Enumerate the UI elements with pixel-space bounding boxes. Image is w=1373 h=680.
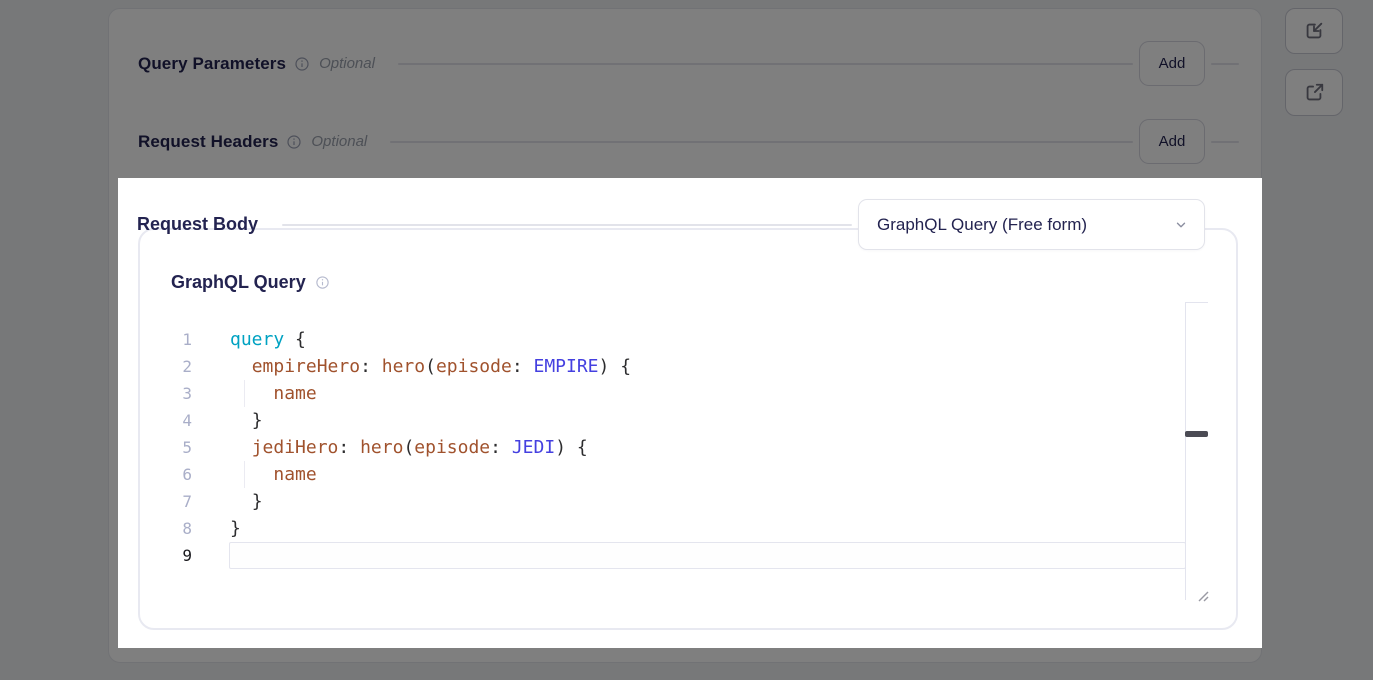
line-number: 3 [140,380,192,407]
line-number: 5 [140,434,192,461]
code-line-8: 8} [140,515,1236,542]
line-number: 4 [140,407,192,434]
request-body-title: Request Body [137,214,258,235]
body-type-selected-value: GraphQL Query (Free form) [877,215,1174,235]
chevron-down-icon [1174,218,1188,232]
textarea-resize-grip[interactable] [1195,588,1209,602]
editor-edge-line [1185,302,1186,600]
code-text: } [230,515,1186,542]
request-body-modal: Request Body GraphQL Query (Free form) G… [118,178,1262,648]
code-line-4: 4 } [140,407,1236,434]
line-number: 6 [140,461,192,488]
editor-resize-handle[interactable] [1185,431,1208,437]
code-text: query { [230,326,1186,353]
line-number: 8 [140,515,192,542]
code-line-6: 6 name [140,461,1236,488]
indent-guide [244,380,245,407]
graphql-code-editor[interactable]: 1query {2 empireHero: hero(episode: EMPI… [140,326,1236,569]
line-number: 2 [140,353,192,380]
graphql-query-label-row: GraphQL Query [171,272,1236,293]
code-line-7: 7 } [140,488,1236,515]
code-line-3: 3 name [140,380,1236,407]
body-type-select[interactable]: GraphQL Query (Free form) [858,199,1205,250]
code-text: jediHero: hero(episode: JEDI) { [230,434,1186,461]
code-line-1: 1 query { [140,326,1236,353]
code-text: name [230,380,1186,407]
code-text: } [230,488,1186,515]
code-text [229,542,1186,569]
code-line-9: 9 [140,542,1236,569]
indent-guide [244,461,245,488]
code-line-2: 2 empireHero: hero(episode: EMPIRE) { [140,353,1236,380]
graphql-query-panel: GraphQL Query 1query {2 empireHero: hero… [138,228,1238,630]
line-number: 7 [140,488,192,515]
request-body-header: Request Body GraphQL Query (Free form) [137,199,1205,250]
editor-edge-line [1185,302,1208,303]
graphql-query-label: GraphQL Query [171,272,306,293]
line-number: 1 [140,326,192,353]
divider-line [282,224,852,226]
code-text: } [230,407,1186,434]
line-number: 9 [140,542,192,569]
code-text: empireHero: hero(episode: EMPIRE) { [230,353,1186,380]
screen: Query Parameters Optional Add Request He… [0,0,1373,680]
code-text: name [230,461,1186,488]
info-icon [315,275,330,290]
code-line-5: 5 jediHero: hero(episode: JEDI) { [140,434,1236,461]
